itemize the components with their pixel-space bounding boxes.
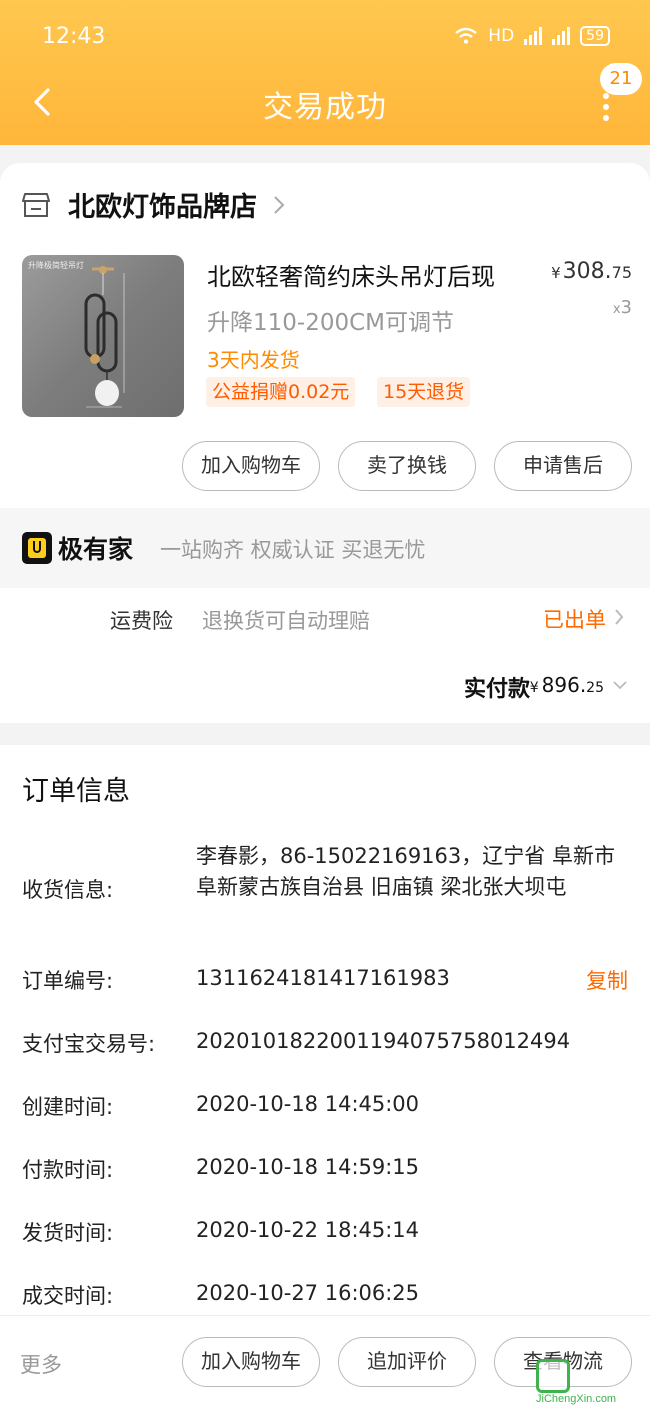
alipay-trade-label: 支付宝交易号: — [22, 1032, 156, 1056]
order-number-label: 订单编号: — [22, 969, 114, 993]
charity-tag: 公益捐赠0.02元 — [206, 377, 356, 407]
paid-label: 实付款 — [463, 677, 530, 702]
wifi-icon — [455, 27, 478, 44]
copy-order-number-button[interactable]: 复制 — [586, 965, 628, 995]
watermark-logo-icon — [536, 1359, 570, 1393]
network-type-label: HD — [488, 26, 515, 46]
product-image-caption: 升降极简轻吊灯 — [28, 261, 84, 270]
shop-name: 北欧灯饰品牌店 — [68, 192, 257, 223]
created-time-label: 创建时间: — [22, 1095, 114, 1119]
completed-time-label: 成交时间: — [22, 1284, 114, 1308]
address-label: 收货信息: — [22, 878, 114, 902]
address-value: 李春影，86-15022169163，辽宁省 阜新市 阜新蒙古族自治县 旧庙镇 … — [196, 844, 615, 899]
add-review-button[interactable]: 追加评价 — [338, 1337, 476, 1387]
alipay-trade-value: 2020101822001194075758012494 — [196, 1029, 571, 1053]
order-number-value: 1311624181417161983 — [196, 966, 450, 990]
paid-time-value: 2020-10-18 14:59:15 — [196, 1155, 420, 1179]
completed-time-value: 2020-10-27 16:06:25 — [196, 1281, 420, 1305]
order-info-card: 订单信息 收货信息: 李春影，86-15022169163，辽宁省 阜新市 阜新… — [0, 745, 650, 1315]
price-integer: 308. — [562, 259, 612, 284]
currency-symbol: ¥ — [529, 680, 539, 696]
jiyoujia-banner[interactable]: 极有家 一站购齐 权威认证 买退无忧 — [0, 508, 650, 588]
status-time: 12:43 — [42, 24, 106, 49]
paid-amount-decimal: 25 — [586, 680, 604, 696]
quantity-value: 3 — [620, 297, 632, 318]
created-time-value: 2020-10-18 14:45:00 — [196, 1092, 420, 1116]
chevron-right-icon[interactable] — [614, 608, 624, 626]
order-info-title: 订单信息 — [22, 776, 130, 807]
add-to-cart-button[interactable]: 加入购物车 — [182, 441, 320, 491]
paid-amount: ¥896.25 — [530, 673, 604, 697]
order-item-card: 北欧灯饰品牌店 升降极简轻吊灯 北欧轻奢简约床头吊灯后现 升降110-200CM… — [0, 163, 650, 508]
signal-icon — [524, 27, 543, 45]
chevron-right-icon — [274, 195, 285, 214]
message-badge[interactable]: 21 — [600, 63, 642, 95]
resell-button[interactable]: 卖了换钱 — [338, 441, 476, 491]
shipped-time-label: 发货时间: — [22, 1221, 114, 1245]
shipped-time-value: 2020-10-22 18:45:14 — [196, 1218, 420, 1242]
currency-symbol: ¥ — [551, 264, 561, 282]
chevron-down-icon[interactable] — [612, 680, 628, 690]
product-image[interactable]: 升降极简轻吊灯 — [22, 255, 184, 417]
watermark-text: JiChengXin.com — [536, 1393, 617, 1405]
status-icons: HD 59 — [454, 26, 610, 46]
freight-insurance-status[interactable]: 已出单 — [543, 604, 606, 634]
freight-insurance-desc: 退换货可自动理赔 — [202, 609, 370, 633]
after-sale-button[interactable]: 申请售后 — [494, 441, 632, 491]
app-header: 12:43 HD 59 交易成功 21 — [0, 0, 650, 145]
paid-amount-integer: 896. — [541, 673, 587, 697]
shipping-promise: 3天内发货 — [207, 348, 300, 372]
paid-time-label: 付款时间: — [22, 1158, 114, 1182]
site-watermark: JiChengXin.com — [532, 1355, 648, 1405]
price-decimal: 75 — [611, 263, 632, 282]
jiyoujia-logo: 极有家 — [22, 530, 133, 566]
signal-icon-2 — [552, 27, 571, 45]
battery-icon: 59 — [580, 26, 610, 46]
more-menu-icon[interactable] — [596, 93, 616, 121]
bottom-add-to-cart-button[interactable]: 加入购物车 — [182, 1337, 320, 1387]
return-policy-tag: 15天退货 — [377, 377, 471, 407]
product-title[interactable]: 北欧轻奢简约床头吊灯后现 — [207, 257, 495, 292]
lamp-illustration — [84, 266, 125, 408]
payment-summary: 运费险 退换货可自动理赔 已出单 实付款 ¥896.25 — [0, 588, 650, 723]
jiyoujia-name: 极有家 — [58, 535, 134, 564]
store-icon — [22, 192, 50, 217]
product-price: ¥308.75 — [551, 259, 632, 284]
more-button[interactable]: 更多 — [20, 1349, 62, 1379]
quantity-prefix: x — [612, 302, 621, 317]
product-spec: 升降110-200CM可调节 — [207, 310, 455, 336]
shop-link[interactable]: 北欧灯饰品牌店 — [22, 185, 285, 224]
page-title: 交易成功 — [263, 90, 387, 125]
jiyoujia-icon — [22, 532, 52, 564]
jiyoujia-slogan: 一站购齐 权威认证 买退无忧 — [160, 538, 426, 562]
freight-insurance-label: 运费险 — [110, 609, 173, 633]
product-quantity: x3 — [613, 297, 632, 318]
